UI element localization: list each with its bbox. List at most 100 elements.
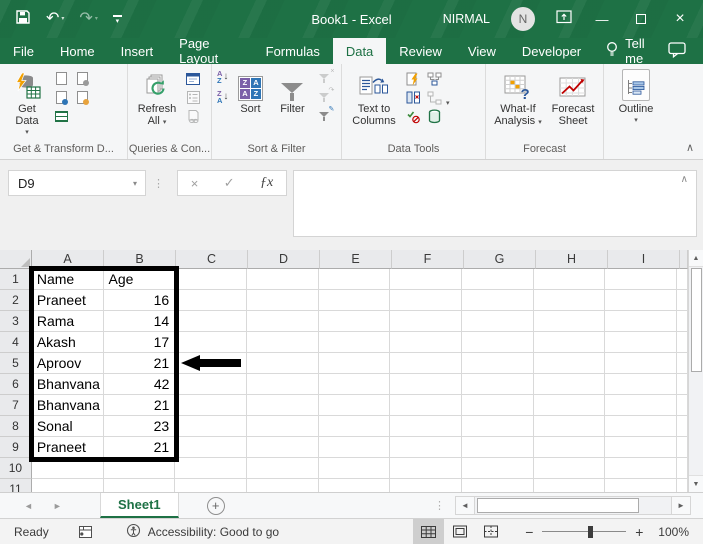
outline-button[interactable]: Outline ▾	[610, 69, 662, 127]
cell-B11[interactable]	[103, 479, 176, 492]
cell-H7[interactable]	[533, 395, 606, 416]
add-sheet-button[interactable]: +	[206, 496, 225, 515]
cell-F7[interactable]	[390, 395, 463, 416]
queries-connections-icon[interactable]	[184, 70, 202, 87]
cell-A1[interactable]: Name	[31, 269, 104, 290]
cell-E7[interactable]	[318, 395, 391, 416]
zoom-level[interactable]: 100%	[658, 525, 689, 539]
redo-button[interactable]: ↷ ▾	[79, 10, 97, 28]
comments-button[interactable]	[668, 38, 703, 64]
cell-E2[interactable]	[318, 290, 391, 311]
row-header-2[interactable]: 2	[0, 290, 32, 311]
cell-E11[interactable]	[318, 479, 391, 492]
column-header-D[interactable]: D	[248, 250, 320, 269]
row-header-3[interactable]: 3	[0, 311, 32, 332]
cell-C10[interactable]	[175, 458, 247, 479]
cell-F2[interactable]	[390, 290, 462, 311]
select-all-corner[interactable]	[0, 250, 32, 269]
cell-B3[interactable]: 14	[103, 311, 176, 332]
cell-F6[interactable]	[390, 374, 463, 395]
sort-descending-icon[interactable]: ZA ↓	[217, 90, 228, 105]
avatar[interactable]: N	[511, 7, 535, 31]
cell-D5[interactable]	[246, 353, 319, 374]
cell-E1[interactable]	[318, 269, 391, 290]
tab-formulas[interactable]: Formulas	[253, 38, 333, 64]
minimize-button[interactable]: —	[593, 10, 611, 28]
cell-C8[interactable]	[175, 416, 247, 437]
relationships-icon[interactable]	[425, 89, 443, 106]
cell-H3[interactable]	[533, 311, 606, 332]
vertical-scrollbar[interactable]: ▲ ▼	[688, 250, 703, 492]
cell-H4[interactable]	[533, 332, 606, 353]
scroll-left-icon[interactable]: ◄	[455, 496, 475, 515]
column-header-H[interactable]: H	[536, 250, 608, 269]
save-icon[interactable]	[15, 9, 31, 30]
manage-data-model-icon[interactable]	[425, 108, 443, 125]
sort-button[interactable]: ZAAZ Sort	[231, 69, 269, 115]
maximize-button[interactable]	[632, 10, 650, 28]
cell-B7[interactable]: 21	[103, 395, 176, 416]
cell-I10[interactable]	[605, 458, 678, 479]
cell-C3[interactable]	[175, 311, 247, 332]
cell-A6[interactable]: Bhanvana	[31, 374, 104, 395]
sheet-tab-sheet1[interactable]: Sheet1	[100, 493, 179, 518]
cell-F11[interactable]	[390, 479, 462, 492]
cell-H10[interactable]	[533, 458, 606, 479]
normal-view-icon[interactable]	[413, 519, 445, 544]
cell-B1[interactable]: Age	[103, 269, 176, 290]
cell-A9[interactable]: Praneet	[31, 437, 104, 458]
cell-G6[interactable]	[462, 374, 534, 395]
tab-file[interactable]: File	[0, 38, 47, 64]
cell-B9[interactable]: 21	[103, 437, 176, 458]
cell-B5[interactable]: 21	[103, 353, 176, 374]
row-header-8[interactable]: 8	[0, 416, 32, 437]
cell-D4[interactable]	[246, 332, 319, 353]
cell-I9[interactable]	[605, 437, 678, 458]
filter-button[interactable]: Filter	[272, 69, 312, 115]
cell-B8[interactable]: 23	[103, 416, 176, 437]
scroll-down-icon[interactable]: ▼	[689, 475, 703, 492]
cell-I4[interactable]	[605, 332, 678, 353]
advanced-filter-icon[interactable]: ✎	[315, 106, 334, 125]
cell-C11[interactable]	[175, 479, 247, 492]
flash-fill-icon[interactable]	[404, 70, 422, 87]
cell-H6[interactable]	[533, 374, 606, 395]
cell-I2[interactable]	[605, 290, 678, 311]
insert-function-icon[interactable]: ƒx	[260, 175, 273, 191]
cell-G3[interactable]	[461, 311, 534, 332]
cell-C4[interactable]	[175, 332, 247, 353]
cell-A10[interactable]	[31, 458, 104, 479]
tab-insert[interactable]: Insert	[108, 38, 167, 64]
undo-dropdown-icon[interactable]: ▾	[61, 16, 64, 22]
what-if-dropdown-icon[interactable]: ▾	[538, 119, 542, 126]
zoom-slider[interactable]	[542, 525, 627, 539]
cell-F1[interactable]	[390, 269, 462, 290]
refresh-all-dropdown-icon[interactable]: ▾	[163, 119, 167, 126]
cell-F9[interactable]	[390, 437, 462, 458]
cell-G4[interactable]	[461, 332, 534, 353]
cell-D7[interactable]	[247, 395, 319, 416]
name-box[interactable]: D9 ▾	[8, 170, 146, 196]
zoom-out-icon[interactable]: −	[520, 524, 538, 540]
row-header-1[interactable]: 1	[0, 269, 32, 290]
tab-review[interactable]: Review	[386, 38, 455, 64]
get-data-dropdown-icon[interactable]: ▾	[25, 127, 29, 139]
from-text-csv-icon[interactable]	[52, 70, 70, 87]
cell-H8[interactable]	[533, 416, 606, 437]
row-header-11[interactable]: 11	[0, 479, 32, 492]
zoom-in-icon[interactable]: +	[630, 524, 648, 540]
data-validation-icon[interactable]	[404, 108, 422, 125]
page-layout-view-icon[interactable]	[444, 519, 475, 544]
cell-G10[interactable]	[461, 458, 534, 479]
from-table-range-icon[interactable]	[52, 108, 70, 125]
what-if-analysis-button[interactable]: ? What-If Analysis ▾	[492, 69, 544, 129]
horizontal-scrollbar[interactable]	[475, 496, 671, 515]
name-box-dropdown-icon[interactable]: ▾	[125, 171, 145, 195]
cell-C6[interactable]	[175, 374, 248, 395]
cell-F3[interactable]	[390, 311, 462, 332]
cell-D2[interactable]	[246, 290, 319, 311]
consolidate-icon[interactable]	[425, 70, 443, 87]
column-header-G[interactable]: G	[464, 250, 536, 269]
cell-G9[interactable]	[461, 437, 534, 458]
sheet-nav-left-icon[interactable]: ◄	[24, 501, 33, 511]
